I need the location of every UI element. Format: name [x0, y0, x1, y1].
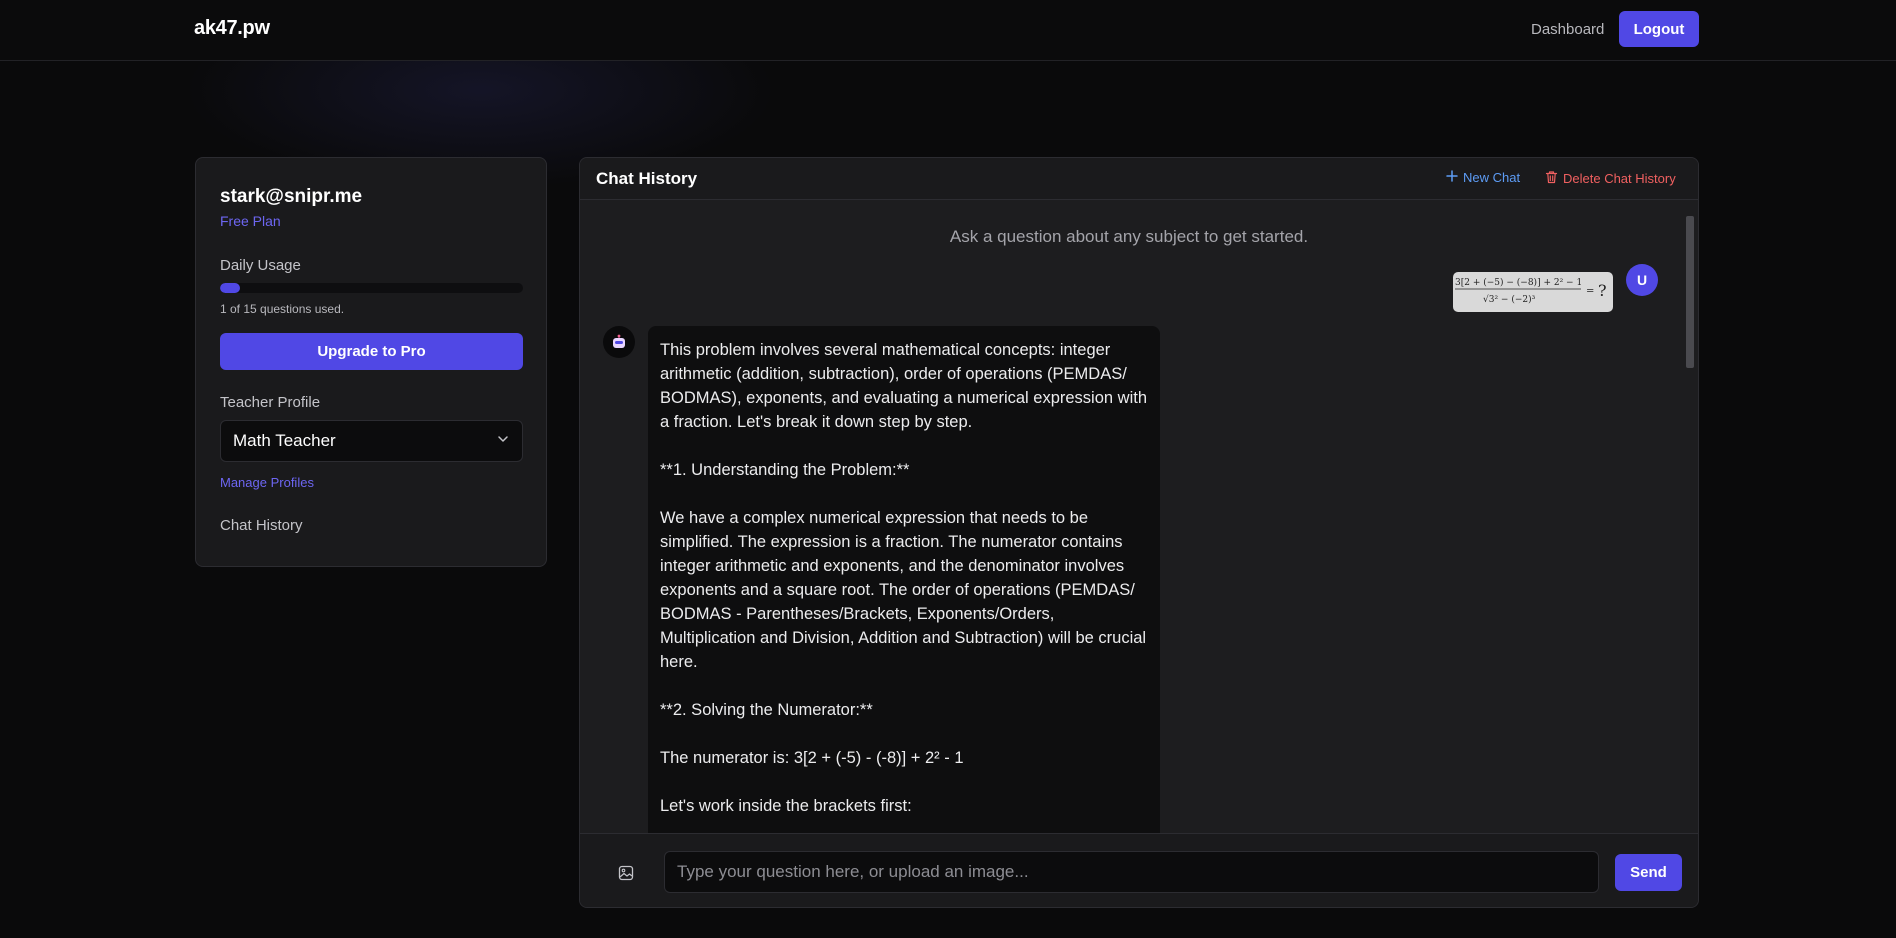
- question-input[interactable]: [664, 851, 1599, 893]
- assistant-paragraph: This problem involves several mathematic…: [660, 341, 1147, 431]
- plus-icon: [1446, 170, 1458, 185]
- usage-count-text: 1 of 15 questions used.: [220, 302, 345, 316]
- math-expression-image: 3[2 + (−5) − (−8)] + 2² − 1 √3² − (−2)³ …: [1455, 277, 1607, 305]
- teacher-profile-select[interactable]: Math Teacher: [220, 420, 523, 462]
- brand-logo[interactable]: ak47.pw: [194, 17, 270, 40]
- delete-chat-history-button[interactable]: Delete Chat History: [1545, 170, 1676, 187]
- assistant-paragraph: Let's work inside the brackets first:: [660, 797, 912, 815]
- logout-button[interactable]: Logout: [1619, 11, 1699, 47]
- empty-state-hint: Ask a question about any subject to get …: [949, 227, 1309, 246]
- upgrade-to-pro-button[interactable]: Upgrade to Pro: [220, 333, 523, 370]
- user-avatar: U: [1626, 264, 1658, 296]
- chevron-down-icon: [496, 432, 510, 451]
- assistant-paragraph: **1. Understanding the Problem:**: [660, 461, 910, 479]
- assistant-paragraph: The numerator is: 3[2 + (-5) - (-8)] + 2…: [660, 749, 964, 767]
- plan-badge: Free Plan: [220, 213, 281, 229]
- dashboard-link[interactable]: Dashboard: [1531, 21, 1604, 38]
- message-composer: Send: [580, 833, 1698, 907]
- upload-image-button[interactable]: [616, 863, 636, 883]
- delete-history-label: Delete Chat History: [1563, 171, 1676, 186]
- send-button[interactable]: Send: [1615, 854, 1682, 891]
- usage-progress-fill: [220, 283, 241, 293]
- assistant-paragraph: We have a complex numerical expression t…: [660, 509, 1147, 671]
- new-chat-button[interactable]: New Chat: [1446, 170, 1520, 185]
- teacher-profile-value: Math Teacher: [233, 431, 336, 450]
- sidebar-chat-history-label: Chat History: [220, 517, 303, 534]
- account-sidebar: stark@snipr.me Free Plan Daily Usage 1 o…: [195, 157, 547, 567]
- new-chat-label: New Chat: [1463, 170, 1521, 185]
- svg-text:√3² − (−2)³: √3² − (−2)³: [1483, 294, 1536, 305]
- trash-icon: [1545, 170, 1558, 187]
- user-uploaded-image[interactable]: 3[2 + (−5) − (−8)] + 2² − 1 √3² − (−2)³ …: [1453, 272, 1613, 312]
- daily-usage-label: Daily Usage: [220, 257, 301, 274]
- messages-scrollbar-thumb[interactable]: [1686, 216, 1694, 368]
- robot-icon: [613, 334, 625, 348]
- chat-header: Chat History New Chat Delete Chat Histor…: [580, 158, 1698, 200]
- top-navbar: ak47.pw Dashboard Logout: [0, 0, 1896, 61]
- assistant-paragraph: **2. Solving the Numerator:**: [660, 701, 873, 719]
- bot-avatar: [603, 326, 635, 358]
- message-list[interactable]: Ask a question about any subject to get …: [580, 201, 1698, 840]
- teacher-profile-label: Teacher Profile: [220, 394, 321, 411]
- assistant-message: This problem involves several mathematic…: [648, 326, 1160, 840]
- manage-profiles-link[interactable]: Manage Profiles: [220, 475, 314, 490]
- svg-text:?: ?: [1598, 281, 1607, 300]
- chat-panel: Chat History New Chat Delete Chat Histor…: [579, 157, 1699, 908]
- svg-text:=: =: [1586, 286, 1594, 297]
- usage-progress-bar: [220, 283, 523, 293]
- image-upload-icon: [618, 865, 634, 881]
- chat-title: Chat History: [596, 169, 698, 188]
- user-email: stark@snipr.me: [220, 186, 363, 207]
- svg-text:3[2 + (−5) − (−8)] + 2² − 1: 3[2 + (−5) − (−8)] + 2² − 1: [1455, 277, 1582, 288]
